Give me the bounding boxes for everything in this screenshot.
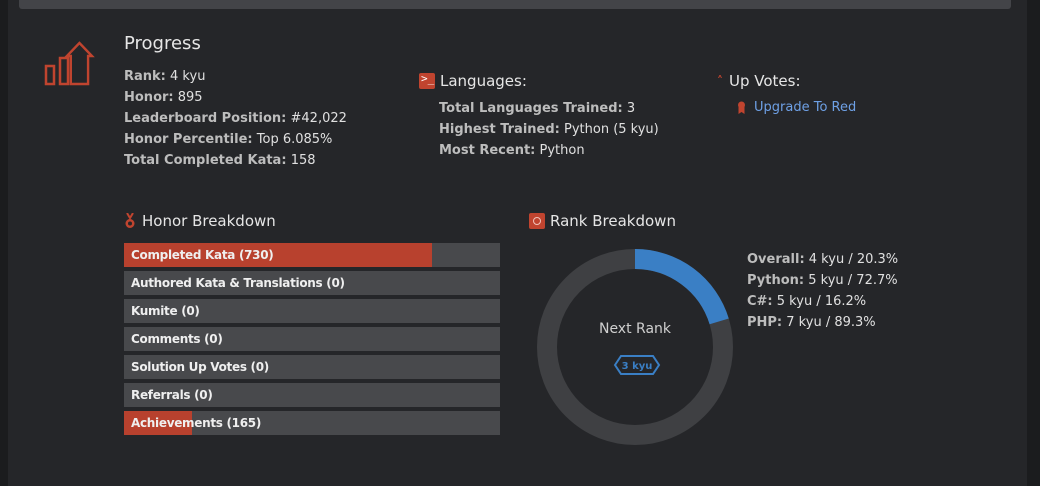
stat-key: Rank: bbox=[124, 69, 166, 84]
stat-value: Top 6.085% bbox=[256, 132, 333, 147]
upgrade-link-label[interactable]: Upgrade To Red bbox=[754, 100, 856, 115]
honor-bar[interactable]: Completed Kata (730) bbox=[124, 243, 500, 267]
stat-key: Honor Percentile: bbox=[124, 132, 253, 147]
stat-value: 895 bbox=[177, 90, 203, 105]
stat-key: Most Recent: bbox=[439, 143, 536, 158]
stat-key: Total Languages Trained: bbox=[439, 101, 623, 116]
lang-row: Most Recent: Python bbox=[439, 140, 659, 161]
rank-breakdown-heading: Rank Breakdown bbox=[529, 212, 676, 230]
ribbon-icon bbox=[738, 101, 745, 114]
progress-stats: Rank: 4 kyu Honor: 895 Leaderboard Posit… bbox=[124, 66, 347, 171]
languages-title: Languages: bbox=[440, 72, 527, 90]
honor-bar-label: Solution Up Votes (0) bbox=[131, 360, 269, 374]
rank-donut: Next Rank 3 kyu bbox=[537, 249, 733, 445]
honor-breakdown-heading: Honor Breakdown bbox=[124, 212, 276, 230]
upvotes-title: Up Votes: bbox=[729, 72, 801, 90]
progress-title: Progress bbox=[124, 33, 201, 54]
upgrade-link[interactable]: Upgrade To Red bbox=[737, 100, 856, 115]
stat-key: PHP: bbox=[747, 315, 783, 330]
terminal-icon: >_ bbox=[419, 72, 435, 89]
honor-bar-label: Completed Kata (730) bbox=[131, 248, 274, 262]
rank-row-overall: Overall: 4 kyu / 20.3% bbox=[747, 249, 898, 270]
rank-breakdown-title: Rank Breakdown bbox=[550, 212, 676, 230]
honor-bar[interactable]: Achievements (165) bbox=[124, 411, 500, 435]
stat-value: 158 bbox=[290, 153, 316, 168]
stat-leaderboard: Leaderboard Position: #42,022 bbox=[124, 108, 347, 129]
next-rank-label: Next Rank bbox=[599, 321, 672, 337]
stat-percentile: Honor Percentile: Top 6.085% bbox=[124, 129, 347, 150]
stat-value: 5 kyu / 72.7% bbox=[808, 273, 898, 288]
honor-bar[interactable]: Kumite (0) bbox=[124, 299, 500, 323]
languages-heading: >_ Languages: bbox=[419, 72, 527, 90]
stat-key: Overall: bbox=[747, 252, 805, 267]
lang-row: Total Languages Trained: 3 bbox=[439, 98, 659, 119]
donut-progress-arc bbox=[634, 249, 729, 325]
honor-bar[interactable]: Comments (0) bbox=[124, 327, 500, 351]
honor-bar-label: Achievements (165) bbox=[131, 416, 262, 430]
honor-bar-label: Kumite (0) bbox=[131, 304, 200, 318]
stat-key: Highest Trained: bbox=[439, 122, 560, 137]
rank-breakdown-stats: Overall: 4 kyu / 20.3% Python: 5 kyu / 7… bbox=[747, 249, 898, 333]
stat-key: Honor: bbox=[124, 90, 174, 105]
stat-key: Total Completed Kata: bbox=[124, 153, 287, 168]
rank-row-php: PHP: 7 kyu / 89.3% bbox=[747, 312, 898, 333]
stat-honor: Honor: 895 bbox=[124, 87, 347, 108]
progress-chart-icon bbox=[44, 41, 95, 86]
stat-value: Python bbox=[539, 143, 585, 158]
top-bar bbox=[19, 0, 1011, 9]
honor-bar-label: Referrals (0) bbox=[131, 388, 213, 402]
stat-value: Python (5 kyu) bbox=[564, 122, 659, 137]
target-icon bbox=[529, 213, 545, 229]
medal-icon bbox=[125, 213, 135, 228]
stat-value: 4 kyu bbox=[170, 69, 206, 84]
languages-stats: Total Languages Trained: 3 Highest Train… bbox=[439, 98, 659, 161]
next-rank-value: 3 kyu bbox=[622, 361, 653, 372]
stat-key: Leaderboard Position: bbox=[124, 111, 287, 126]
lang-row: Highest Trained: Python (5 kyu) bbox=[439, 119, 659, 140]
stat-rank: Rank: 4 kyu bbox=[124, 66, 347, 87]
stat-completed: Total Completed Kata: 158 bbox=[124, 150, 347, 171]
stat-value: 3 bbox=[626, 101, 636, 116]
stat-value: 5 kyu / 16.2% bbox=[776, 294, 867, 309]
honor-bar[interactable]: Authored Kata & Translations (0) bbox=[124, 271, 500, 295]
upvotes-heading: ˄ Up Votes: bbox=[717, 72, 801, 90]
stat-value: #42,022 bbox=[290, 111, 347, 126]
honor-bar[interactable]: Solution Up Votes (0) bbox=[124, 355, 500, 379]
caret-up-icon: ˄ bbox=[717, 74, 723, 88]
honor-breakdown-bars: Completed Kata (730) Authored Kata & Tran… bbox=[124, 243, 500, 439]
honor-bar-label: Authored Kata & Translations (0) bbox=[131, 276, 345, 290]
honor-breakdown-title: Honor Breakdown bbox=[142, 212, 276, 230]
stat-value: 7 kyu / 89.3% bbox=[786, 315, 876, 330]
stat-key: C#: bbox=[747, 294, 773, 309]
honor-bar[interactable]: Referrals (0) bbox=[124, 383, 500, 407]
honor-bar-label: Comments (0) bbox=[131, 332, 223, 346]
rank-row-csharp: C#: 5 kyu / 16.2% bbox=[747, 291, 898, 312]
stat-value: 4 kyu / 20.3% bbox=[808, 252, 899, 267]
stat-key: Python: bbox=[747, 273, 805, 288]
rank-row-python: Python: 5 kyu / 72.7% bbox=[747, 270, 898, 291]
